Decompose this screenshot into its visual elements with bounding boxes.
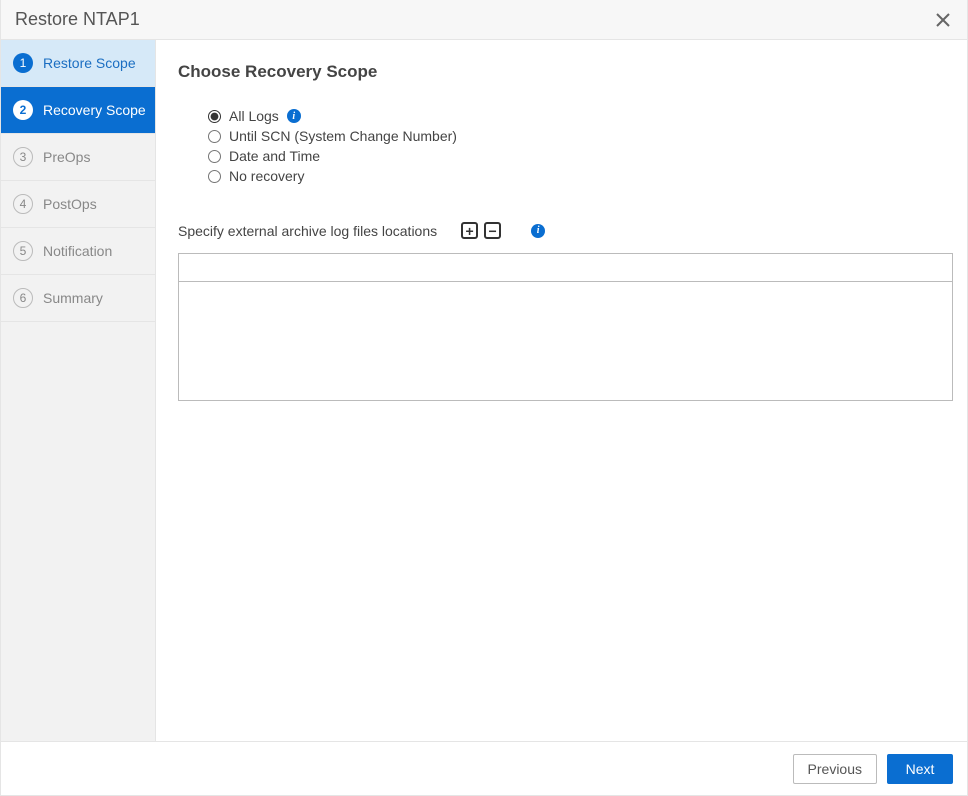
step-summary[interactable]: 6 Summary (1, 275, 155, 322)
recovery-scope-options: All Logs i Until SCN (System Change Numb… (178, 108, 953, 188)
radio-until-scn[interactable] (208, 130, 221, 143)
step-label: Notification (43, 243, 112, 259)
step-number: 5 (13, 241, 33, 261)
option-until-scn[interactable]: Until SCN (System Change Number) (208, 128, 953, 144)
add-location-button[interactable] (461, 222, 478, 239)
dialog-body: 1 Restore Scope 2 Recovery Scope 3 PreOp… (1, 40, 967, 741)
close-icon (936, 13, 950, 27)
step-notification[interactable]: 5 Notification (1, 228, 155, 275)
step-number: 1 (13, 53, 33, 73)
step-label: PreOps (43, 149, 90, 165)
archive-location-row[interactable] (179, 254, 952, 282)
previous-button[interactable]: Previous (793, 754, 877, 784)
step-label: PostOps (43, 196, 97, 212)
step-number: 3 (13, 147, 33, 167)
archive-locations-list[interactable] (178, 253, 953, 401)
step-restore-scope[interactable]: 1 Restore Scope (1, 40, 155, 87)
option-label: Date and Time (229, 148, 320, 164)
radio-date-time[interactable] (208, 150, 221, 163)
step-label: Restore Scope (43, 55, 136, 71)
step-number: 4 (13, 194, 33, 214)
option-label: All Logs (229, 108, 279, 124)
archive-label: Specify external archive log files locat… (178, 223, 437, 239)
dialog-footer: Previous Next (1, 741, 967, 795)
option-label: Until SCN (System Change Number) (229, 128, 457, 144)
step-label: Summary (43, 290, 103, 306)
remove-location-button[interactable] (484, 222, 501, 239)
radio-no-recovery[interactable] (208, 170, 221, 183)
option-no-recovery[interactable]: No recovery (208, 168, 953, 184)
info-icon[interactable]: i (531, 224, 545, 238)
restore-dialog: Restore NTAP1 1 Restore Scope 2 Recovery… (0, 0, 968, 796)
next-button[interactable]: Next (887, 754, 953, 784)
titlebar: Restore NTAP1 (1, 0, 967, 40)
archive-icon-row: i (461, 222, 545, 239)
main-panel: Choose Recovery Scope All Logs i Until S… (156, 40, 967, 741)
info-icon[interactable]: i (287, 109, 301, 123)
step-recovery-scope[interactable]: 2 Recovery Scope (1, 87, 155, 134)
archive-log-section: Specify external archive log files locat… (178, 222, 953, 239)
option-label: No recovery (229, 168, 304, 184)
step-number: 2 (13, 100, 33, 120)
dialog-title: Restore NTAP1 (15, 9, 140, 30)
step-label: Recovery Scope (43, 102, 146, 118)
option-all-logs[interactable]: All Logs i (208, 108, 953, 124)
radio-all-logs[interactable] (208, 110, 221, 123)
option-date-time[interactable]: Date and Time (208, 148, 953, 164)
step-number: 6 (13, 288, 33, 308)
wizard-sidebar: 1 Restore Scope 2 Recovery Scope 3 PreOp… (1, 40, 156, 741)
step-preops[interactable]: 3 PreOps (1, 134, 155, 181)
step-postops[interactable]: 4 PostOps (1, 181, 155, 228)
close-button[interactable] (933, 10, 953, 30)
page-heading: Choose Recovery Scope (178, 62, 953, 82)
